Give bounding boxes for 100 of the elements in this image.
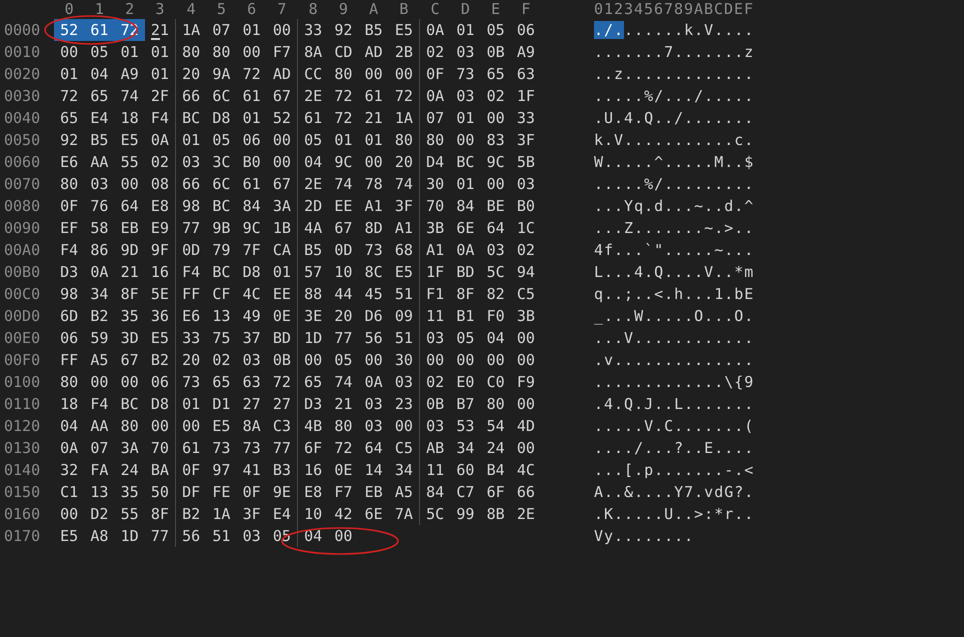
hex-byte[interactable]: 03 [420,327,450,349]
hex-byte[interactable]: 61 [236,173,267,195]
hex-byte[interactable]: 06 [510,19,541,41]
hex-byte[interactable]: 04 [298,525,328,547]
hex-byte[interactable]: 0A [54,437,84,459]
hex-byte[interactable]: 00 [388,63,419,85]
hex-byte[interactable]: 1C [510,217,541,239]
hex-byte[interactable]: 9F [144,239,175,261]
hex-byte[interactable]: 4C [510,459,541,481]
hex-byte[interactable]: 00 [510,437,541,459]
hex-byte[interactable]: 06 [54,327,84,349]
hex-byte[interactable]: 80 [420,129,450,151]
hex-byte[interactable]: 20 [328,305,358,327]
hex-byte[interactable]: E5 [388,261,419,283]
hex-byte[interactable]: A8 [84,525,114,547]
hex-byte[interactable]: 03 [510,173,541,195]
hex-byte[interactable]: 55 [114,151,145,173]
hex-byte[interactable]: 2F [144,85,175,107]
hex-byte[interactable]: D8 [236,261,267,283]
hex-byte[interactable]: 74 [388,173,419,195]
hex-byte[interactable]: 3C [206,151,236,173]
hex-byte[interactable]: 56 [176,525,206,547]
hex-byte[interactable]: 07 [84,437,114,459]
hex-byte[interactable]: 1D [114,525,145,547]
hex-byte[interactable]: 72 [266,371,297,393]
hex-byte[interactable]: 05 [450,327,480,349]
hex-byte[interactable]: 77 [176,217,206,239]
hex-byte[interactable]: C5 [388,437,419,459]
hex-byte[interactable]: CA [266,239,297,261]
hex-byte[interactable]: B2 [84,305,114,327]
hex-byte[interactable]: 80 [114,415,145,437]
hex-byte[interactable]: 8A [236,415,267,437]
hex-byte[interactable]: 3A [114,437,145,459]
hex-byte[interactable]: CD [328,41,358,63]
hex-byte[interactable]: C0 [480,371,511,393]
hex-byte[interactable]: 21 [328,393,358,415]
hex-byte[interactable]: E4 [84,107,114,129]
hex-byte[interactable]: 21 [114,261,145,283]
hex-byte[interactable]: 2E [510,503,541,525]
hex-byte[interactable]: A5 [388,481,419,503]
hex-byte[interactable]: 16 [298,459,328,481]
hex-byte[interactable]: A9 [114,63,145,85]
hex-byte[interactable]: 0A [450,239,480,261]
hex-byte[interactable]: B3 [266,459,297,481]
hex-byte[interactable]: 01 [176,393,206,415]
hex-byte[interactable]: 18 [114,107,145,129]
hex-byte[interactable]: 05 [206,129,236,151]
hex-byte[interactable]: 27 [266,393,297,415]
hex-byte[interactable]: 00 [114,371,145,393]
hex-byte[interactable]: 1F [510,85,541,107]
hex-byte[interactable]: 64 [114,195,145,217]
hex-byte[interactable]: D3 [298,393,328,415]
hex-byte[interactable]: 73 [206,437,236,459]
hex-byte[interactable]: 37 [236,327,267,349]
hex-byte[interactable]: 03 [176,151,206,173]
hex-byte[interactable]: 05 [480,19,511,41]
hex-byte[interactable]: 72 [328,437,358,459]
hex-byte[interactable]: 01 [328,129,358,151]
hex-byte[interactable]: 2E [298,173,328,195]
hex-byte[interactable]: AD [266,63,297,85]
hex-byte[interactable]: A1 [388,217,419,239]
hex-byte[interactable]: D2 [84,503,114,525]
hex-byte[interactable]: 03 [450,85,480,107]
hex-byte[interactable]: 84 [420,481,450,503]
hex-byte[interactable]: E8 [298,481,328,503]
hex-byte[interactable]: 02 [206,349,236,371]
hex-byte[interactable]: 00 [480,107,511,129]
hex-byte[interactable]: 33 [298,19,328,41]
hex-byte[interactable]: 00 [358,63,389,85]
hex-byte[interactable]: BC [114,393,145,415]
hex-byte[interactable]: 32 [54,459,84,481]
hex-byte[interactable]: 0F [420,63,450,85]
hex-byte[interactable]: 34 [84,283,114,305]
hex-byte[interactable]: 00 [54,503,84,525]
hex-byte[interactable]: 34 [388,459,419,481]
hex-byte[interactable]: 80 [54,173,84,195]
hex-byte[interactable]: 03 [388,371,419,393]
hex-byte[interactable]: 1A [388,107,419,129]
hex-byte[interactable]: 00 [510,393,541,415]
hex-byte[interactable]: 07 [206,19,236,41]
hex-byte[interactable]: 67 [266,173,297,195]
hex-byte[interactable]: 00 [420,349,450,371]
hex-byte[interactable]: E5 [144,327,175,349]
hex-byte[interactable]: 6D [54,305,84,327]
hex-byte[interactable]: 65 [480,63,511,85]
hex-byte[interactable]: 52 [54,19,84,41]
hex-byte[interactable]: 53 [450,415,480,437]
hex-byte[interactable]: F4 [176,261,206,283]
hex-byte[interactable]: 05 [298,129,328,151]
hex-byte[interactable]: 59 [84,327,114,349]
hex-byte[interactable]: F9 [510,371,541,393]
hex-byte[interactable]: 02 [420,41,450,63]
hex-byte[interactable]: E4 [266,503,297,525]
hex-byte[interactable]: EE [328,195,358,217]
hex-byte[interactable]: 77 [144,525,175,547]
hex-byte[interactable]: E0 [450,371,480,393]
hex-byte[interactable]: F1 [420,283,450,305]
hex-byte[interactable]: 61 [84,19,114,41]
hex-byte[interactable]: 55 [114,503,145,525]
hex-byte[interactable]: 3B [510,305,541,327]
